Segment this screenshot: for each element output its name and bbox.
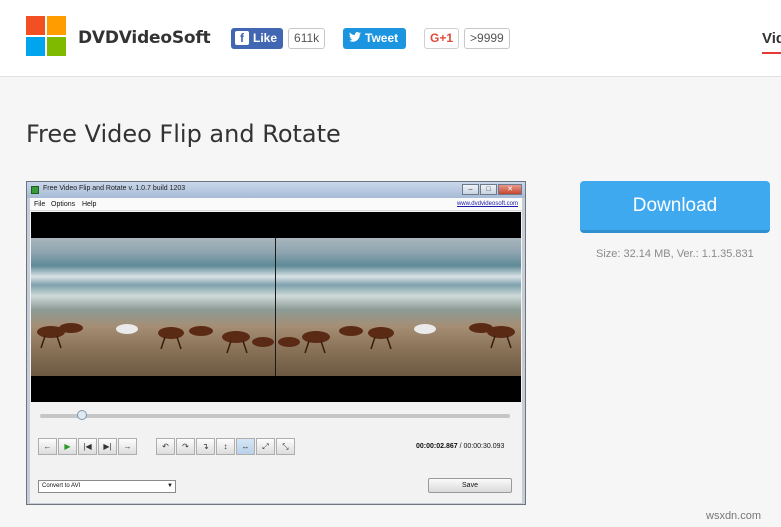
total-time: / 00:00:30.093 [459,443,505,450]
nav-tab-video[interactable]: Vid [762,30,781,47]
menu-options: Options [51,201,76,208]
menu-file: File [34,201,46,208]
facebook-icon: f [235,31,249,45]
seek-knob [77,410,88,420]
next-frame-button: → [118,438,137,455]
horses-illustration [37,323,515,354]
play-button: ▶ [58,438,77,455]
app-icon [31,186,39,194]
format-select: Convert to AVI ▼ [38,480,176,493]
window-controls: – □ ✕ [461,184,522,195]
logo-blue-square [26,37,45,56]
maximize-icon: □ [480,184,497,195]
twitter-widget: Tweet [343,27,407,49]
logo-green-square [47,37,66,56]
format-select-value: Convert to AVI [42,483,81,489]
rotate-left-button: ↶ [156,438,175,455]
gplus-count: >9999 [464,27,510,49]
window-title: Free Video Flip and Rotate v. 1.0.7 buil… [43,185,186,192]
site-header: DVDVideoSoft f Like 611k Tweet G+1 >9999… [0,0,781,77]
save-button: Save [428,478,512,493]
watermark: wsxdn.com [706,510,762,522]
brand-name[interactable]: DVDVideoSoft [78,28,211,48]
rotate-right-button: ↷ [176,438,195,455]
facebook-like-button[interactable]: f Like [231,27,284,49]
page-title: Free Video Flip and Rotate [26,120,341,148]
rotate-180-button: ↴ [196,438,215,455]
gplus-button[interactable]: G+1 [424,27,460,49]
facebook-like-label: Like [253,31,278,45]
nav-tab-active-indicator [762,52,781,54]
gplus-widget: G+1 >9999 [424,27,510,49]
go-start-button: |◀ [78,438,97,455]
app-menubar: File Options Help www.dvdvideosoft.com [30,198,522,211]
window-body: File Options Help www.dvdvideosoft.com ←… [30,198,522,503]
tweet-label: Tweet [365,31,399,45]
download-button[interactable]: Download [580,181,770,233]
download-size-info: Size: 32.14 MB, Ver.: 1.1.35.831 [596,248,754,260]
go-end-button: ▶| [98,438,117,455]
transverse-button: ⤡ [276,438,295,455]
prev-frame-button: ← [38,438,57,455]
dvdvideosoft-logo[interactable] [26,16,66,56]
logo-red-square [26,16,45,35]
seek-bar [40,414,510,418]
horses-beach-scene [31,238,521,376]
close-icon: ✕ [498,184,522,195]
website-link: www.dvdvideosoft.com [456,201,518,207]
transpose-button: ⤢ [256,438,275,455]
chevron-down-icon: ▼ [167,483,173,489]
facebook-like-count: 611k [288,27,326,49]
flip-horizontal-button: ↔ [236,438,255,455]
mirror-divider [275,238,276,376]
tweet-button[interactable]: Tweet [343,27,407,49]
minimize-icon: – [462,184,479,195]
current-time: 00:00:02.867 [416,443,458,450]
timecode: 00:00:02.867 / 00:00:30.093 [416,443,504,450]
facebook-like-widget: f Like 611k [231,27,326,49]
video-preview [31,212,521,402]
window-title-bar: Free Video Flip and Rotate v. 1.0.7 buil… [27,182,525,198]
menu-help: Help [82,201,97,208]
app-screenshot[interactable]: Free Video Flip and Rotate v. 1.0.7 buil… [26,181,526,505]
twitter-bird-icon [349,31,361,45]
logo-orange-square [47,16,66,35]
flip-vertical-button: ↕ [216,438,235,455]
